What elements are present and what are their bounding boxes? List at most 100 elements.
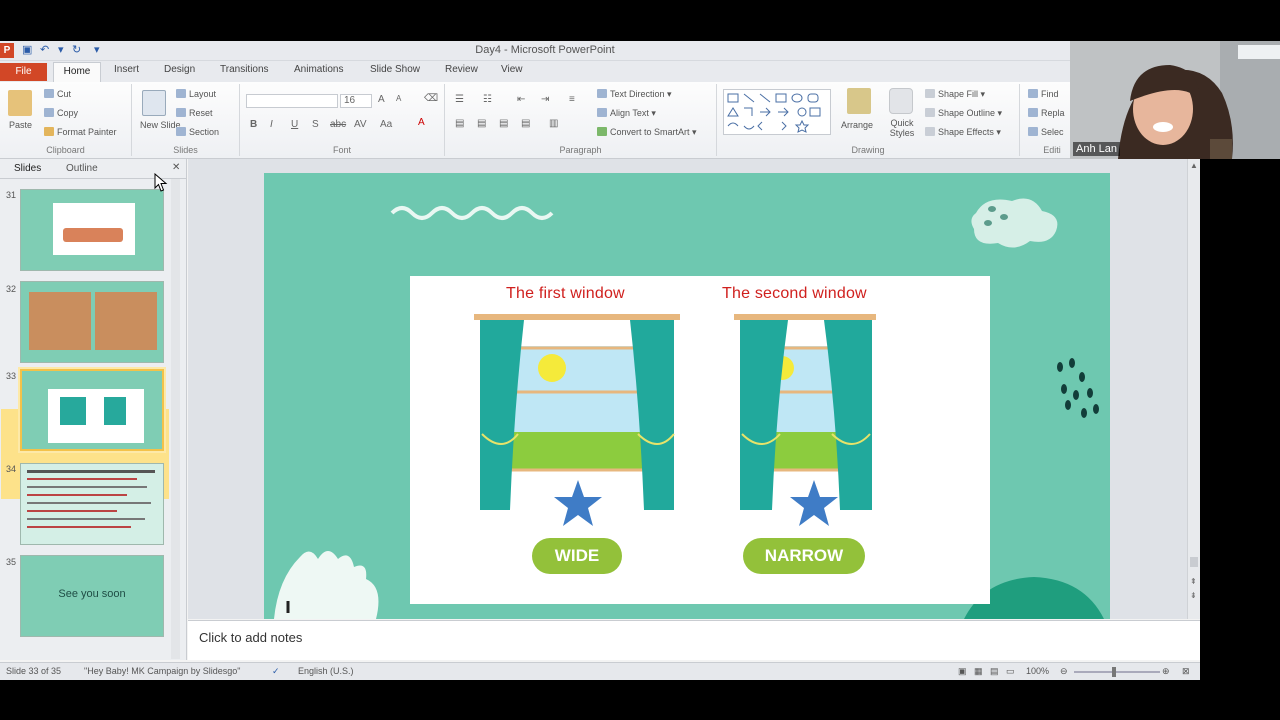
font-group-label: Font [332, 145, 351, 155]
convert-smartart-button[interactable]: Convert to SmartArt ▾ [597, 127, 697, 138]
notes-pane[interactable]: Click to add notes [188, 620, 1200, 660]
font-family-combo[interactable] [246, 94, 338, 108]
shapes-gallery[interactable] [723, 89, 831, 135]
slide-sorter-icon[interactable]: ▦ [974, 666, 983, 677]
tab-slides[interactable]: Slides [14, 163, 41, 174]
reset-button[interactable]: Reset [176, 108, 213, 118]
zoom-out-icon[interactable]: ⊖ [1060, 666, 1068, 677]
shape-effects-button[interactable]: Shape Effects ▾ [925, 127, 1001, 138]
font-color-button[interactable]: A [418, 117, 425, 128]
align-right-icon[interactable]: ▤ [499, 118, 508, 129]
fit-to-window-icon[interactable]: ⊠ [1182, 666, 1190, 677]
tab-home[interactable]: Home [53, 62, 101, 82]
replace-button[interactable]: Repla [1028, 108, 1065, 118]
underline-button[interactable]: U [291, 119, 298, 130]
format-painter-button[interactable]: Format Painter [44, 127, 117, 137]
shrink-font-button[interactable]: A [396, 94, 401, 103]
find-button[interactable]: Find [1028, 89, 1059, 99]
previous-slide-icon[interactable]: ⇞ [1190, 577, 1197, 586]
webcam-video: Anh Lan [1070, 41, 1280, 159]
next-slide-icon[interactable]: ⇟ [1190, 591, 1197, 600]
font-size-combo[interactable]: 16 [340, 94, 372, 108]
scroll-up-icon[interactable]: ▲ [1190, 161, 1198, 170]
zoom-slider-thumb[interactable] [1112, 667, 1116, 677]
new-slide-icon[interactable] [142, 90, 166, 116]
italic-button[interactable]: I [270, 119, 273, 130]
tab-review[interactable]: Review [445, 64, 478, 75]
tab-animations[interactable]: Animations [294, 64, 343, 75]
scissors-icon [44, 89, 54, 98]
slide-thumbnail-31[interactable] [20, 189, 164, 271]
tab-view[interactable]: View [501, 64, 523, 75]
bullets-icon[interactable]: ☰ [455, 94, 464, 105]
notes-placeholder[interactable]: Click to add notes [199, 630, 302, 645]
select-button[interactable]: Selec [1028, 127, 1064, 137]
reading-view-icon[interactable]: ▤ [990, 666, 999, 677]
slide-show-icon[interactable]: ▭ [1006, 666, 1015, 677]
section-button[interactable]: Section [176, 127, 219, 137]
slides-pane: Slides Outline ✕ 31 32 33 34 35 See you … [0, 159, 187, 660]
slides-pane-scrollbar[interactable] [171, 179, 180, 659]
tab-transitions[interactable]: Transitions [220, 64, 269, 75]
arrange-icon[interactable] [847, 88, 871, 114]
shape-outline-button[interactable]: Shape Outline ▾ [925, 108, 1002, 119]
narrow-label: NARROW [743, 538, 865, 574]
quick-styles-button[interactable]: Quick Styles [889, 118, 915, 138]
slide-thumbnail-32[interactable] [20, 281, 164, 363]
scroll-thumb[interactable] [1190, 557, 1198, 567]
paste-button[interactable]: Paste [9, 120, 32, 130]
align-center-icon[interactable]: ▤ [477, 118, 486, 129]
shadow-button[interactable]: S [312, 119, 319, 130]
paste-icon[interactable] [8, 90, 32, 116]
tab-slide-show[interactable]: Slide Show [370, 64, 420, 75]
wide-label: WIDE [532, 538, 622, 574]
effects-icon [925, 127, 935, 136]
clipboard-group: Paste Cut Copy Format Painter Clipboard [0, 84, 132, 156]
cut-button[interactable]: Cut [44, 89, 71, 99]
zoom-slider[interactable] [1074, 671, 1160, 673]
tab-outline[interactable]: Outline [66, 163, 98, 174]
narrow-window-illustration [734, 314, 876, 526]
clear-formatting-icon[interactable]: ⌫ [424, 93, 438, 104]
slide-thumbnail-33[interactable] [20, 369, 164, 451]
increase-indent-icon[interactable]: ⇥ [541, 94, 549, 105]
slide-indicator: Slide 33 of 35 [6, 666, 62, 676]
change-case-button[interactable]: Aa [380, 119, 392, 130]
language-indicator[interactable]: English (U.S.) [298, 666, 354, 676]
align-left-icon[interactable]: ▤ [455, 118, 464, 129]
decrease-indent-icon[interactable]: ⇤ [517, 94, 525, 105]
quick-styles-icon[interactable] [889, 88, 913, 114]
bold-button[interactable]: B [250, 119, 257, 130]
status-bar: Slide 33 of 35 "Hey Baby! MK Campaign by… [0, 662, 1200, 680]
text-direction-button[interactable]: Text Direction ▾ [597, 89, 672, 100]
grow-font-button[interactable]: A [378, 94, 385, 105]
columns-icon[interactable]: ▥ [549, 118, 558, 129]
copy-icon [44, 108, 54, 117]
zoom-in-icon[interactable]: ⊕ [1162, 666, 1170, 677]
spell-check-icon[interactable]: ✓ [272, 666, 280, 677]
arrange-button[interactable]: Arrange [841, 120, 873, 130]
justify-icon[interactable]: ▤ [521, 118, 530, 129]
reset-icon [176, 108, 186, 117]
tab-file[interactable]: File [0, 63, 47, 81]
smartart-icon [597, 127, 607, 136]
slide-thumbnail-35[interactable]: See you soon [20, 555, 164, 637]
shape-fill-button[interactable]: Shape Fill ▾ [925, 89, 985, 100]
align-text-button[interactable]: Align Text ▾ [597, 108, 656, 119]
layout-button[interactable]: Layout [176, 89, 216, 99]
slide-thumbnail-34[interactable] [20, 463, 164, 545]
tab-insert[interactable]: Insert [114, 64, 139, 75]
close-pane-icon[interactable]: ✕ [172, 162, 180, 173]
copy-button[interactable]: Copy [44, 108, 78, 118]
current-slide[interactable]: The first window The second window WIDE … [264, 173, 1110, 619]
new-slide-button[interactable]: New Slide [140, 120, 181, 130]
line-spacing-icon[interactable]: ≡ [569, 94, 575, 105]
zoom-level[interactable]: 100% [1026, 666, 1049, 676]
character-spacing-button[interactable]: AV [354, 119, 367, 130]
normal-view-icon[interactable]: ▣ [958, 666, 967, 677]
strikethrough-button[interactable]: abc [330, 119, 346, 130]
tab-design[interactable]: Design [164, 64, 195, 75]
clipboard-group-label: Clipboard [46, 145, 85, 155]
slide-scrollbar[interactable]: ▲ ⇞ ⇟ [1187, 159, 1200, 619]
numbering-icon[interactable]: ☷ [483, 94, 492, 105]
